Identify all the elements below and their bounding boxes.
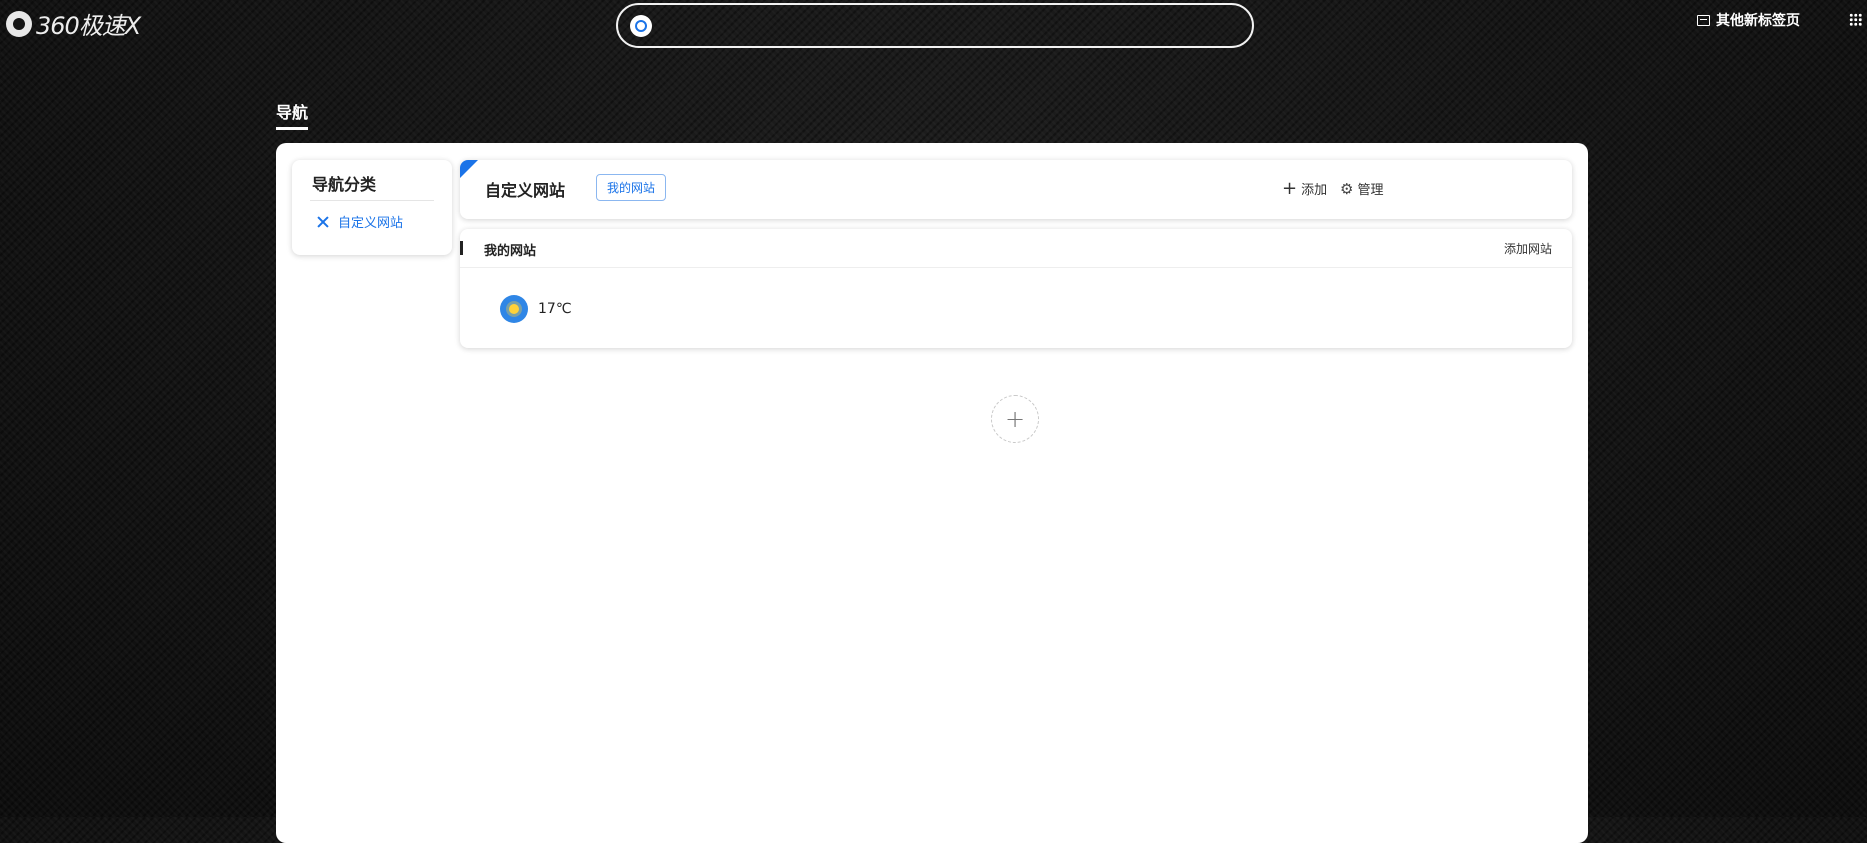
divider — [310, 200, 434, 201]
gear-icon: ⚙ — [1340, 179, 1354, 198]
search-input[interactable] — [662, 11, 1236, 43]
sun-icon — [500, 295, 528, 323]
sidebar-item-custom-sites[interactable]: 自定义网站 — [316, 212, 403, 231]
corner-flag — [460, 160, 478, 178]
search-box[interactable] — [616, 3, 1254, 48]
360-logo-icon — [6, 10, 32, 37]
weather-widget[interactable]: 17℃ — [500, 295, 572, 323]
sidebar-title: 导航分类 — [312, 175, 377, 194]
manage-label: 管理 — [1357, 183, 1384, 198]
my-sites-tag[interactable]: 我的网站 — [596, 174, 667, 201]
browser-logo: 360极速X — [6, 6, 141, 41]
section-title: 我的网站 — [484, 244, 537, 259]
other-new-tab-label: 其他新标签页 — [1716, 13, 1800, 29]
section-marker — [460, 241, 463, 255]
category-sidebar: 导航分类 自定义网站 — [292, 160, 452, 255]
plus-icon: + — [1282, 178, 1298, 199]
category-header: 自定义网站 我的网站 + 添加 ⚙ 管理 — [460, 160, 1572, 219]
manage-button[interactable]: ⚙ 管理 — [1340, 179, 1384, 199]
search-engine-icon[interactable] — [630, 15, 652, 37]
tab-navigation[interactable]: 导航 — [276, 99, 309, 130]
apps-grid-icon[interactable] — [1849, 13, 1862, 26]
main-panel: 导航分类 自定义网站 自定义网站 我的网站 + 添加 ⚙ 管理 我的网站 添加网… — [276, 143, 1588, 843]
pen-icon — [316, 215, 330, 229]
add-section-button[interactable]: + — [991, 395, 1039, 443]
add-button[interactable]: + 添加 — [1282, 178, 1328, 199]
my-sites-section: 我的网站 添加网站 17℃ — [460, 229, 1572, 348]
category-title: 自定义网站 — [485, 181, 566, 200]
logo-text: 360极速X — [36, 12, 141, 40]
divider — [460, 267, 1572, 268]
other-new-tab-button[interactable]: 其他新标签页 — [1697, 10, 1800, 30]
add-label: 添加 — [1301, 183, 1328, 198]
window-icon — [1697, 14, 1710, 26]
add-site-link[interactable]: 添加网站 — [1504, 240, 1552, 257]
sidebar-item-label: 自定义网站 — [338, 216, 404, 231]
temperature: 17℃ — [538, 301, 572, 317]
